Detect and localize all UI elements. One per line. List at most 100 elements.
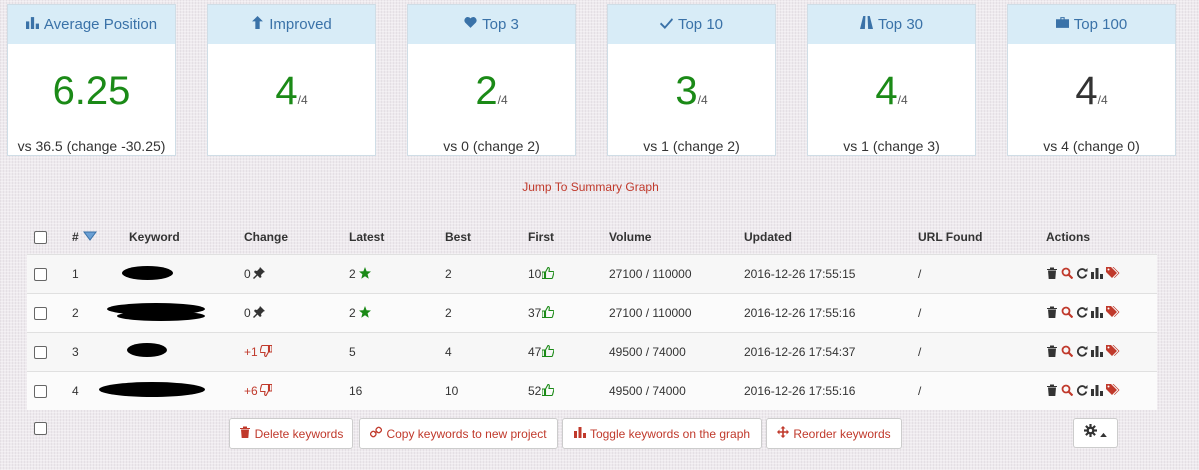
card-top-30: Top 30 4/4 vs 1 (change 3) <box>807 4 976 156</box>
tags-icon[interactable] <box>1106 305 1120 321</box>
row-best: 2 <box>445 306 452 320</box>
row-updated: 2016-12-26 17:55:16 <box>744 306 856 320</box>
table-row[interactable]: 3 +1 5 4 47 49500 / 74000 2016-12-26 17:54:37/ <box>27 332 1157 371</box>
header-actions: Actions <box>1046 230 1091 244</box>
delete-keywords-button[interactable]: Delete keywords <box>229 418 353 449</box>
settings-dropdown-button[interactable] <box>1073 418 1118 448</box>
bar-chart-icon[interactable] <box>1091 306 1103 321</box>
toggle-keywords-graph-button[interactable]: Toggle keywords on the graph <box>562 418 762 449</box>
card-top-100: Top 100 4/4 vs 4 (change 0) <box>1007 4 1176 156</box>
header-best[interactable]: Best <box>445 220 471 254</box>
gear-icon <box>1084 424 1097 442</box>
row-latest: 2 <box>349 306 356 320</box>
pin-icon <box>252 266 265 282</box>
card-value: 4 <box>275 69 298 113</box>
refresh-icon[interactable] <box>1076 306 1088 321</box>
row-best: 10 <box>445 384 459 398</box>
card-denominator: /4 <box>297 93 308 107</box>
heart-icon <box>464 16 477 33</box>
row-actions <box>1046 294 1120 332</box>
tags-icon[interactable] <box>1106 383 1120 399</box>
header-first[interactable]: First <box>528 220 554 254</box>
header-change[interactable]: Change <box>244 220 288 254</box>
redacted-keyword[interactable] <box>27 333 227 371</box>
tags-icon[interactable] <box>1106 266 1120 282</box>
trash-icon[interactable] <box>1046 306 1058 321</box>
card-title: Top 100 <box>1073 16 1128 33</box>
card-denominator: /4 <box>897 93 908 107</box>
bar-chart-icon[interactable] <box>1091 345 1103 360</box>
jump-to-summary-graph-link[interactable]: Jump To Summary Graph <box>0 180 1181 194</box>
header-latest[interactable]: Latest <box>349 220 384 254</box>
tags-icon[interactable] <box>1106 344 1120 360</box>
redacted-keyword[interactable] <box>27 294 227 332</box>
arrow-up-icon <box>251 16 264 33</box>
header-num[interactable]: # <box>72 230 79 244</box>
select-all-checkbox[interactable] <box>34 230 47 244</box>
thumbs-up-icon <box>541 344 555 360</box>
row-volume: 49500 / 74000 <box>609 384 686 398</box>
card-value: 2 <box>475 69 498 113</box>
card-denominator: /4 <box>497 93 508 107</box>
copy-keywords-label: Copy keywords to new project <box>386 426 547 441</box>
row-actions <box>1046 372 1120 410</box>
trash-icon[interactable] <box>1046 345 1058 360</box>
star-icon <box>358 266 371 282</box>
card-title: Improved <box>269 16 332 33</box>
road-icon <box>859 16 873 33</box>
reorder-keywords-label: Reorder keywords <box>793 426 891 441</box>
row-latest: 5 <box>349 345 356 359</box>
row-best: 2 <box>445 267 452 281</box>
row-change: 0 <box>244 306 251 320</box>
trash-icon[interactable] <box>1046 384 1058 399</box>
table-row[interactable]: 4 +6 16 10 52 49500 / 74000 2016-12-26 17:55:1… <box>27 371 1157 410</box>
summary-cards: Average Position 6.25 vs 36.5 (change -3… <box>0 4 1199 156</box>
row-volume: 27100 / 110000 <box>609 306 692 320</box>
row-url-found: / <box>918 345 922 359</box>
card-value: 6.25 <box>52 69 131 113</box>
reorder-keywords-button[interactable]: Reorder keywords <box>766 418 902 449</box>
card-title: Average Position <box>43 16 158 33</box>
table-row[interactable]: 2 0 2 2 37 27100 / 110000 2016-12-26 17:55:16/ <box>27 293 1157 332</box>
search-icon[interactable] <box>1061 345 1074 360</box>
refresh-icon[interactable] <box>1076 267 1088 282</box>
bar-chart-icon[interactable] <box>1091 267 1103 282</box>
row-first: 47 <box>528 345 542 359</box>
redacted-keyword[interactable] <box>27 255 227 293</box>
row-latest: 16 <box>349 384 363 398</box>
card-denominator: /4 <box>1097 93 1108 107</box>
redacted-keyword[interactable] <box>27 372 227 410</box>
header-volume[interactable]: Volume <box>609 220 651 254</box>
row-change: +1 <box>244 345 258 359</box>
row-updated: 2016-12-26 17:55:15 <box>744 267 856 281</box>
refresh-icon[interactable] <box>1076 384 1088 399</box>
card-top-10: Top 10 3/4 vs 1 (change 2) <box>607 4 776 156</box>
copy-keywords-button[interactable]: Copy keywords to new project <box>359 418 558 449</box>
sort-down-icon[interactable] <box>82 230 97 245</box>
row-best: 4 <box>445 345 452 359</box>
trash-icon[interactable] <box>1046 267 1058 282</box>
card-footer: vs 4 (change 0) <box>1043 138 1140 154</box>
card-title: Top 30 <box>877 16 924 33</box>
row-updated: 2016-12-26 17:55:16 <box>744 384 856 398</box>
card-value: 4 <box>875 69 898 113</box>
table-row[interactable]: 1 0 2 2 10 27100 / 110000 2016-12-26 17:55:15/ <box>27 254 1157 293</box>
row-volume: 49500 / 74000 <box>609 345 686 359</box>
row-actions <box>1046 255 1120 293</box>
header-updated[interactable]: Updated <box>744 220 792 254</box>
bar-chart-icon[interactable] <box>1091 384 1103 399</box>
row-first: 37 <box>528 306 542 320</box>
search-icon[interactable] <box>1061 384 1074 399</box>
search-icon[interactable] <box>1061 306 1074 321</box>
search-icon[interactable] <box>1061 267 1074 282</box>
row-change: 0 <box>244 267 251 281</box>
thumbs-up-icon <box>541 383 555 399</box>
header-keyword[interactable]: Keyword <box>129 220 180 254</box>
row-latest: 2 <box>349 267 356 281</box>
briefcase-icon <box>1055 16 1069 33</box>
header-url-found[interactable]: URL Found <box>918 220 982 254</box>
select-all-bottom-checkbox[interactable] <box>34 422 47 435</box>
delete-keywords-label: Delete keywords <box>254 426 344 441</box>
refresh-icon[interactable] <box>1076 345 1088 360</box>
table-body: 1 0 2 2 10 27100 / 110000 2016-12-26 17:55:15 /… <box>27 254 1157 410</box>
